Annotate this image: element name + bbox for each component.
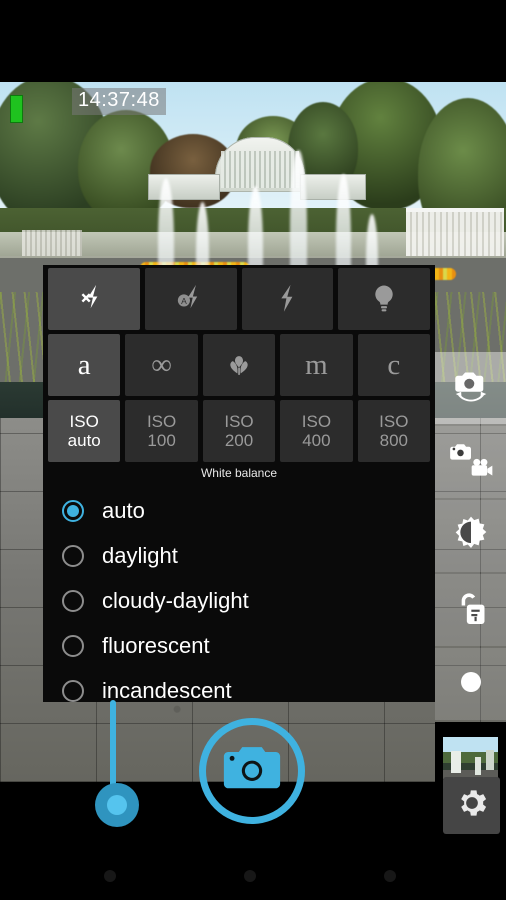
nav-home-icon[interactable] — [244, 870, 256, 882]
photo-video-mode-button[interactable] — [435, 426, 506, 498]
face-detection-button[interactable] — [435, 574, 506, 646]
settings-button[interactable] — [443, 777, 500, 834]
focus-mode-row: a ∞ m c — [43, 334, 435, 396]
iso-label: ISO — [146, 412, 177, 431]
nav-recents-icon[interactable] — [384, 870, 396, 882]
radio-button-icon[interactable] — [62, 634, 84, 657]
iso-label: ISO — [224, 412, 254, 431]
clock-text: 14:37:48 — [72, 88, 166, 115]
battery-full-icon — [10, 95, 23, 123]
white-balance-option-fluorescent[interactable]: fluorescent — [48, 623, 435, 668]
iso-100-button[interactable]: ISO 100 — [125, 400, 198, 462]
focus-auto-button[interactable]: a — [48, 334, 121, 396]
focus-continuous-button[interactable]: c — [357, 334, 431, 396]
white-balance-option-auto[interactable]: auto — [48, 488, 435, 533]
focus-manual-button[interactable]: m — [280, 334, 353, 396]
white-balance-header: White balance — [200, 466, 278, 480]
face-detection-icon — [452, 588, 490, 633]
record-dot-button[interactable] — [435, 648, 506, 720]
exposure-icon — [451, 514, 491, 559]
iso-value: 200 — [224, 431, 254, 450]
iso-row: ISO auto ISO 100 ISO 200 ISO 400 ISO 800 — [43, 400, 435, 462]
iso-value: auto — [67, 431, 101, 450]
scene-greenhouse-wing — [148, 174, 220, 200]
iso-400-button[interactable]: ISO 400 — [280, 400, 353, 462]
flash-torch-icon — [367, 282, 401, 316]
camera-app-screen: memory: 4.6GB Direction: 352° 14:37:48 — [0, 0, 506, 900]
switch-camera-icon — [450, 367, 492, 410]
flash-off-button[interactable] — [48, 268, 140, 330]
iso-value: 100 — [147, 431, 176, 450]
white-balance-option-label: daylight — [102, 542, 178, 568]
focus-continuous-icon: c — [387, 348, 401, 381]
focus-infinity-icon: ∞ — [151, 348, 172, 381]
iso-auto-button[interactable]: ISO auto — [48, 400, 121, 462]
gallery-thumbnail — [443, 737, 498, 779]
gear-icon — [454, 785, 490, 826]
switch-camera-button[interactable] — [435, 352, 506, 424]
scene-bench — [406, 208, 504, 256]
radio-button-icon[interactable] — [62, 679, 84, 702]
scene-greenhouse-wing — [300, 174, 366, 200]
iso-label: ISO — [379, 412, 409, 431]
white-balance-radio-list: auto daylight cloudy-daylight fluorescen… — [43, 488, 435, 702]
white-balance-option-label: fluorescent — [102, 632, 210, 658]
iso-label: ISO — [301, 412, 332, 431]
svg-text:A: A — [181, 296, 187, 306]
exposure-button[interactable] — [435, 500, 506, 572]
white-balance-option-cloudy-daylight[interactable]: cloudy-daylight — [48, 578, 435, 623]
radio-button-icon[interactable] — [62, 499, 84, 522]
flash-torch-button[interactable] — [338, 268, 430, 330]
focus-auto-icon: a — [77, 348, 91, 381]
iso-800-button[interactable]: ISO 800 — [357, 400, 431, 462]
radio-button-icon[interactable] — [62, 589, 84, 612]
zoom-slider-handle[interactable] — [95, 783, 139, 827]
iso-value: 400 — [302, 431, 331, 450]
nav-back-icon[interactable] — [104, 870, 116, 882]
flash-auto-icon: A — [174, 282, 208, 316]
white-balance-option-incandescent[interactable]: incandescent — [48, 668, 435, 702]
focus-macro-icon — [223, 349, 255, 381]
record-dot-icon — [456, 667, 486, 702]
flash-auto-button[interactable]: A — [144, 268, 237, 330]
iso-label: ISO — [69, 412, 99, 431]
flash-on-button[interactable] — [241, 268, 334, 330]
white-balance-option-daylight[interactable]: daylight — [48, 533, 435, 578]
scene-bench — [22, 230, 82, 256]
focus-infinity-button[interactable]: ∞ — [125, 334, 198, 396]
white-balance-option-label: cloudy-daylight — [102, 587, 249, 613]
flash-off-icon — [77, 282, 111, 316]
focus-macro-button[interactable] — [202, 334, 276, 396]
flash-on-icon — [270, 282, 304, 316]
settings-popup-panel: A a ∞ m c ISO auto ISO 100 ISO 200 ISO 4… — [43, 265, 435, 702]
flash-mode-row: A — [43, 265, 435, 330]
iso-value: 800 — [379, 431, 408, 450]
iso-200-button[interactable]: ISO 200 — [202, 400, 276, 462]
android-navigation-bar — [0, 852, 506, 900]
white-balance-option-label: incandescent — [102, 677, 232, 703]
camera-shutter-icon — [221, 743, 283, 800]
radio-button-icon[interactable] — [62, 544, 84, 567]
shutter-button[interactable] — [199, 718, 305, 824]
focus-manual-icon: m — [305, 348, 328, 381]
photo-video-mode-icon — [448, 441, 494, 484]
white-balance-option-label: auto — [102, 497, 145, 523]
right-control-sidebar — [435, 352, 506, 796]
